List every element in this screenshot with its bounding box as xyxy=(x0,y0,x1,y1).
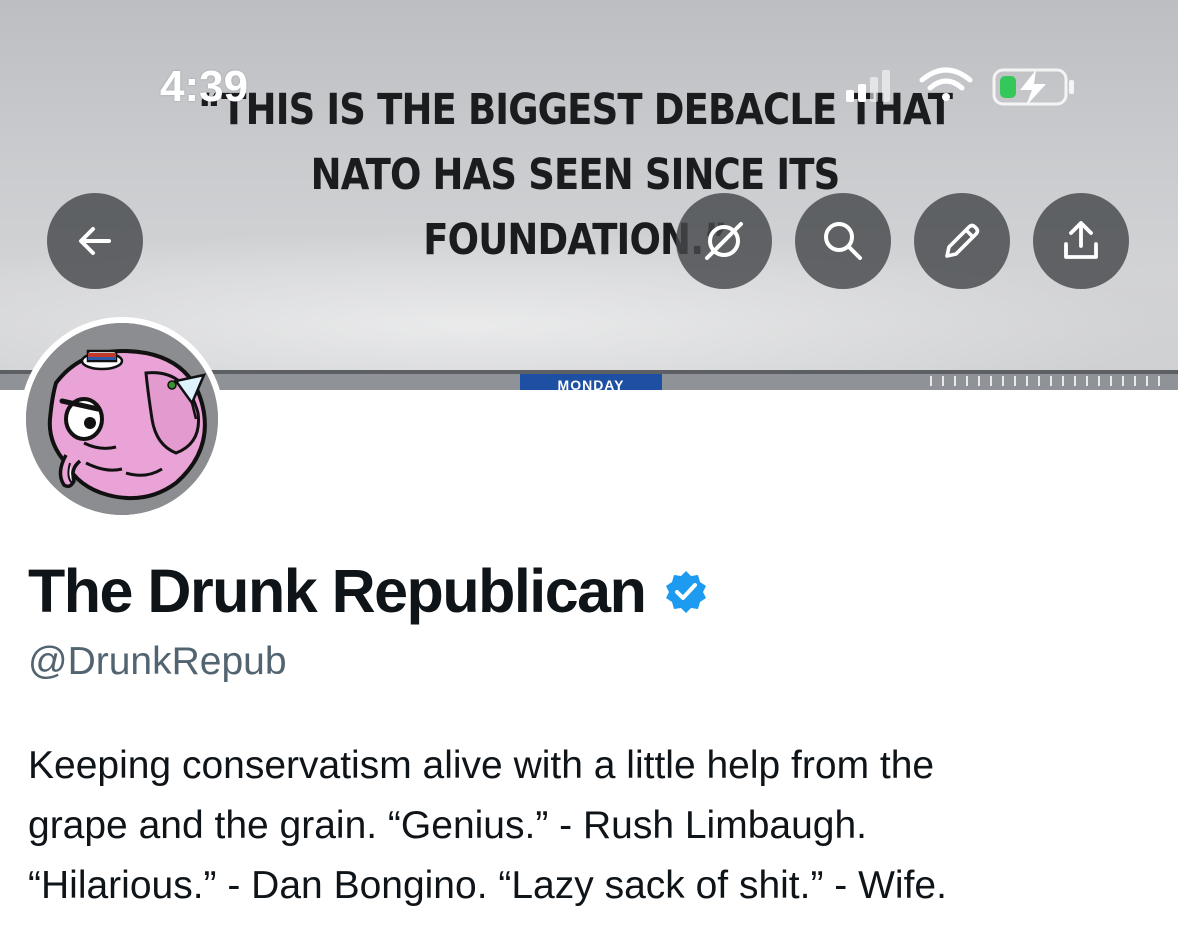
lower-third-ticks xyxy=(930,376,1170,386)
profile-banner[interactable]: “THIS IS THE BIGGEST DEBACLE THAT NATO H… xyxy=(0,0,1178,390)
bio-line: grape and the grain. “Genius.” - Rush Li… xyxy=(28,804,867,847)
battery-icon xyxy=(992,68,1074,106)
drunk-elephant-icon xyxy=(26,323,218,515)
search-icon xyxy=(824,222,862,260)
lower-third-tag: MONDAY xyxy=(520,374,662,390)
status-time: 4:39 xyxy=(160,62,249,111)
bio-line: Keeping conservatism alive with a little… xyxy=(28,744,935,787)
share-button[interactable] xyxy=(1033,193,1129,289)
edit-button[interactable] xyxy=(914,193,1010,289)
signal-icon xyxy=(846,70,890,102)
search-button[interactable] xyxy=(795,193,891,289)
status-icons xyxy=(840,64,1090,108)
avatar[interactable] xyxy=(20,317,224,521)
back-button[interactable] xyxy=(47,193,143,289)
back-arrow-icon xyxy=(79,227,111,255)
avatar-image xyxy=(26,323,218,515)
bio-line: “Hilarious.” - Dan Bongino. “Lazy sack o… xyxy=(28,864,947,907)
bell-slash-icon xyxy=(705,222,743,260)
mute-button[interactable] xyxy=(676,193,772,289)
pencil-icon xyxy=(945,223,980,258)
share-icon xyxy=(1064,221,1098,259)
wifi-icon xyxy=(919,67,973,101)
display-name-row: The Drunk Republican xyxy=(28,556,709,626)
display-name: The Drunk Republican xyxy=(28,557,647,625)
profile-bio: Keeping conservatism alive with a little… xyxy=(28,736,1148,916)
profile-handle: @DrunkRepub xyxy=(28,640,287,683)
verified-badge-icon[interactable] xyxy=(663,569,709,620)
